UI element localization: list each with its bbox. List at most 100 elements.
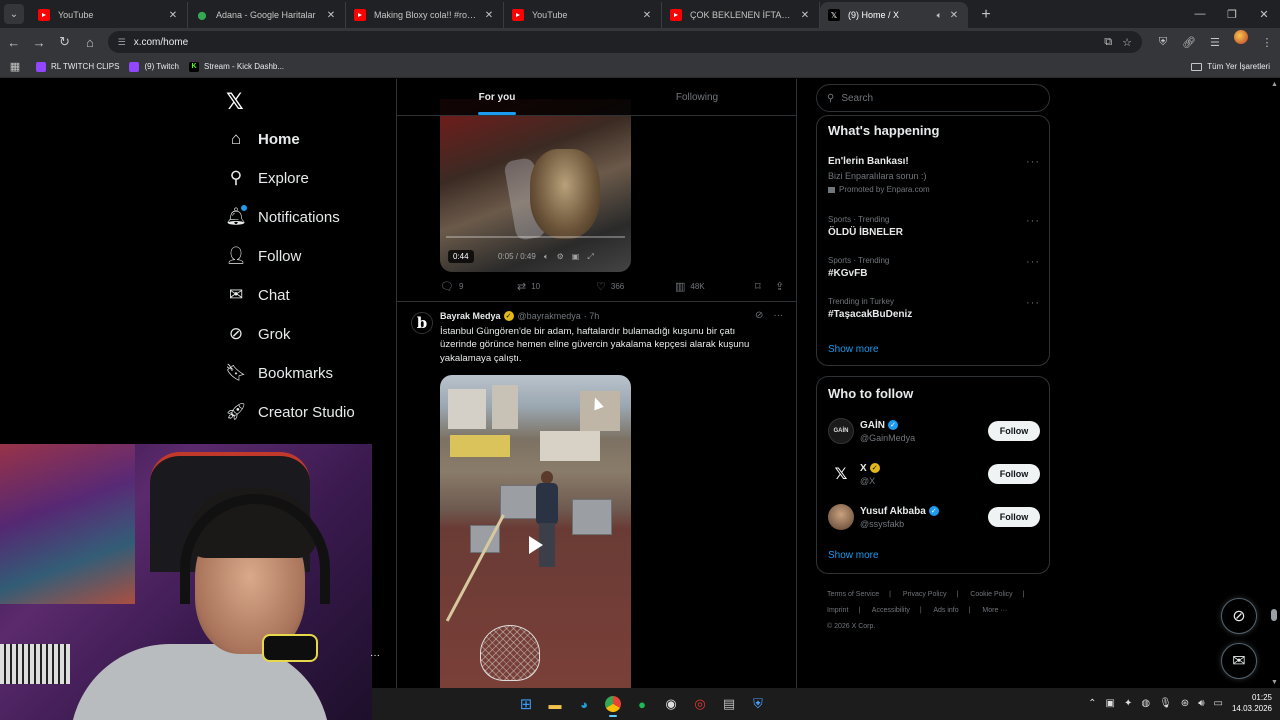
browser-tab[interactable]: ÇOK BEKLENEN İFTAR! | Alperen ✕ (662, 2, 820, 28)
browser-tab[interactable]: YouTube ✕ (30, 2, 188, 28)
back-icon[interactable]: ← (2, 30, 25, 54)
footer-link[interactable]: Ads info (933, 607, 958, 614)
network-icon[interactable]: ⊛ (1181, 698, 1189, 709)
views-button[interactable]: ▥ 48K (675, 280, 755, 293)
browser-tab-active[interactable]: 𝕏 (9) Home / X 🔈︎ ✕ (820, 2, 968, 28)
forward-icon[interactable]: → (27, 30, 50, 54)
app-icon[interactable]: ◎ (688, 692, 712, 716)
follow-button[interactable]: Follow (988, 421, 1040, 441)
browser-tab[interactable]: YouTube ✕ (504, 2, 662, 28)
trend-item[interactable]: Sports · Trending #KGvFB ··· (828, 256, 1040, 279)
app-icon[interactable]: ▤ (717, 692, 741, 716)
nav-notifications[interactable]: 🔔︎ Notifications (225, 204, 340, 229)
repost-button[interactable]: ⇄ 10 (517, 280, 596, 293)
close-icon[interactable]: ✕ (799, 10, 811, 21)
nav-home[interactable]: ⌂ Home (226, 127, 300, 151)
nav-grok[interactable]: ⊘ Grok (226, 322, 291, 346)
more-options-icon[interactable]: ··· (1026, 156, 1040, 168)
show-more-link[interactable]: Show more (828, 344, 879, 355)
obs-icon[interactable]: ◉ (659, 692, 683, 716)
close-window-icon[interactable]: ✕ (1248, 0, 1280, 28)
avatar[interactable]: 𝕏 (828, 461, 854, 487)
nav-explore[interactable]: ⚲ Explore (226, 166, 309, 190)
link-icon[interactable]: 🔗︎ (1176, 30, 1202, 54)
settings-icon[interactable]: ⚙ (557, 252, 564, 262)
show-more-link[interactable]: Show more (828, 550, 879, 561)
pip-icon[interactable]: ▣ (572, 252, 580, 262)
vpn-shield-icon[interactable]: ⛨ (746, 692, 770, 716)
battery-icon[interactable]: ▭ (1214, 698, 1223, 709)
trend-item[interactable]: Sports · Trending ÖLDÜ İBNELER ··· (828, 215, 1040, 238)
more-options-icon[interactable]: ··· (1026, 256, 1040, 268)
more-options-icon[interactable]: ··· (1026, 297, 1040, 309)
address-bar[interactable]: ☰ x.com/home ⧉ ☆ (107, 31, 1142, 53)
avatar[interactable]: b (411, 312, 433, 334)
follow-button[interactable]: Follow (988, 507, 1040, 527)
share-button[interactable]: ⇪ (775, 280, 784, 293)
follow-suggestion[interactable]: GAİN GAİN ✓ @GainMedya Follow (828, 417, 1040, 445)
grok-icon[interactable]: ⊘ (1221, 598, 1257, 634)
profile-avatar-icon[interactable] (1233, 30, 1248, 44)
close-icon[interactable]: ✕ (325, 10, 337, 21)
search-input[interactable]: ⚲ Search (816, 84, 1050, 112)
scroll-up-icon[interactable]: ▲ (1271, 81, 1278, 88)
avatar[interactable]: GAİN (828, 418, 854, 444)
close-icon[interactable]: ✕ (483, 10, 495, 21)
fullscreen-icon[interactable]: ⤢ (587, 252, 593, 262)
nav-bookmarks[interactable]: 🔖︎ Bookmarks (225, 361, 333, 385)
windows-start-icon[interactable]: ⊞ (514, 692, 538, 716)
bookmark-button[interactable]: ⌑ (755, 280, 775, 293)
video-progress-bar[interactable] (446, 236, 625, 238)
edge-icon[interactable]: ◕ (572, 692, 596, 716)
follow-suggestion[interactable]: 𝕏 X ✓ @X Follow (828, 460, 1040, 488)
clock[interactable]: 01:25 14.03.2026 (1232, 692, 1272, 714)
follow-suggestion[interactable]: Yusuf Akbaba ✓ @ssysfakb Follow (828, 503, 1040, 531)
microphone-icon[interactable]: 🎙︎ (1159, 698, 1172, 709)
bookmark-item[interactable]: RL TWITCH CLIPS (36, 61, 119, 72)
footer-link[interactable]: Terms of Service (827, 591, 879, 598)
tray-app-icon[interactable]: ✦ (1124, 698, 1132, 709)
author-name[interactable]: Bayrak Medya (440, 311, 501, 321)
like-button[interactable]: ♡ 366 (596, 280, 675, 293)
footer-link[interactable]: Accessibility (872, 607, 910, 614)
kebab-menu-icon[interactable]: ⋮ (1254, 30, 1280, 54)
apps-grid-icon[interactable]: ▦ (4, 60, 26, 73)
reload-icon[interactable]: ↻ (53, 30, 76, 54)
extension-icon[interactable]: ⛨ (1150, 30, 1176, 54)
spotify-icon[interactable]: ● (630, 692, 654, 716)
trend-item[interactable]: En'lerin Bankası! Bizi Enparalılara soru… (828, 156, 1040, 194)
volume-icon[interactable]: 🔊︎ (1198, 698, 1204, 709)
video-player[interactable]: 0:05 / 0:49 🔈︎ ⚙ ▣ ⤢ 0:44 (440, 99, 631, 272)
scrollbar-thumb[interactable] (1271, 609, 1277, 621)
scrollbar[interactable]: ▲ ▼ (1268, 79, 1280, 688)
restore-icon[interactable]: ❐ (1216, 0, 1248, 28)
play-icon[interactable] (523, 532, 549, 558)
bookmark-star-icon[interactable]: ☆ (1122, 36, 1132, 49)
file-explorer-icon[interactable]: ▬ (543, 692, 567, 716)
site-info-icon[interactable]: ☰ (118, 37, 126, 48)
new-tab-button[interactable]: + (974, 3, 998, 27)
close-icon[interactable]: ✕ (167, 10, 179, 21)
post-time[interactable]: · 7h (584, 311, 600, 321)
more-options-icon[interactable]: ··· (1026, 215, 1040, 227)
bookmark-item[interactable]: (9) Twitch (129, 61, 179, 72)
footer-link[interactable]: Imprint (827, 607, 848, 614)
nav-chat[interactable]: ✉ Chat (226, 283, 290, 307)
tab-search-button[interactable]: ⌄ (4, 4, 24, 24)
tray-app-icon[interactable]: ▣ (1106, 698, 1115, 709)
home-page-icon[interactable]: ⌂ (78, 30, 101, 54)
author-handle[interactable]: @bayrakmedya (518, 311, 581, 321)
nav-creator-studio[interactable]: 🚀︎ Creator Studio (225, 400, 355, 424)
post[interactable]: b Bayrak Medya ✓ @bayrakmedya · 7h ⊘ ···… (397, 301, 796, 688)
tab-for-you[interactable]: For you (397, 79, 597, 115)
messages-icon[interactable]: ✉ (1221, 643, 1257, 679)
video-player[interactable] (440, 375, 631, 688)
more-options-icon[interactable]: ··· (773, 310, 783, 321)
chrome-icon[interactable] (601, 692, 625, 717)
tab-following[interactable]: Following (597, 79, 796, 115)
steam-icon[interactable]: ◍ (1141, 698, 1150, 709)
install-app-icon[interactable]: ⧉ (1104, 36, 1112, 49)
minimize-icon[interactable]: — (1184, 0, 1216, 28)
close-icon[interactable]: ✕ (948, 10, 960, 21)
volume-icon[interactable]: 🔈︎ (544, 252, 549, 262)
